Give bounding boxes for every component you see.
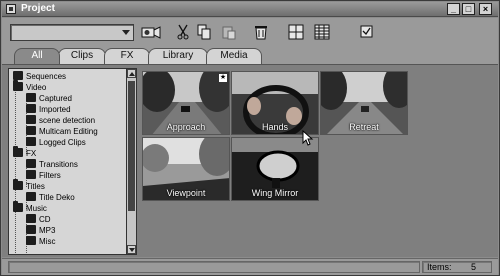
tree-item-label: MP3 [39,226,56,235]
folder-icon [13,146,23,158]
mouse-pointer-icon [302,130,314,146]
tree-item-label: Imported [39,105,71,114]
folder-tree: Sequences Video Captured Imported scene … [8,68,135,255]
paste-icon[interactable] [222,24,236,40]
star-icon: ★ [219,74,227,82]
tree-item-cd[interactable]: CD [26,214,51,225]
tree-item-sequences[interactable]: Sequences [13,71,66,82]
bin-icon [26,104,36,114]
tree-item-label: Misc [39,237,56,246]
tree-item-label: Sequences [26,72,67,81]
tab-bar: All Clips FX Library Media [2,45,498,64]
camera-icon[interactable] [141,24,161,40]
tree-item-label: Titles [26,182,45,191]
tree-item-label: Filters [39,171,61,180]
items-label: Items: [427,262,452,272]
bin-icon [26,159,36,169]
grid-view-icon[interactable] [288,24,304,40]
bin-icon [26,170,36,180]
folder-icon [13,80,23,92]
tree-item-video[interactable]: Video [13,80,47,93]
tree-scrollbar[interactable] [126,68,137,255]
tab-media[interactable]: Media [206,48,262,64]
clip-grid: ★ Approach Hands Retreat Viewpoint Wing … [140,68,496,255]
clip-thumbnail-hands[interactable]: Hands [231,71,319,135]
tree-item-label: Logged Clips [39,138,86,147]
tab-clips[interactable]: Clips [58,48,106,64]
tree-item-fx[interactable]: FX [13,146,37,159]
tree-item-label: CD [39,215,51,224]
items-count: 5 [471,262,477,272]
minimize-button[interactable]: _ [447,3,460,15]
bin-icon [26,93,36,103]
copy-icon[interactable] [197,24,211,40]
trash-icon[interactable] [254,24,268,40]
project-window: Project _ □ × All Clips FX Library Media… [0,0,500,276]
tree-item-logged-clips[interactable]: Logged Clips [26,137,86,148]
chevron-down-icon [122,30,130,35]
clip-thumbnail-approach[interactable]: ★ Approach [142,71,230,135]
tree-item-label: Multicam Editing [39,127,98,136]
tree-connector [15,77,16,253]
scroll-down-button[interactable] [127,245,136,254]
bin-selector-dropdown[interactable] [10,24,134,41]
close-button[interactable]: × [479,3,492,15]
maximize-button[interactable]: □ [462,3,475,15]
tree-item-scene-detection[interactable]: scene detection [26,115,95,126]
window-title: Project [21,3,55,14]
scissors-icon[interactable] [176,24,190,40]
folder-icon [13,201,23,213]
tree-item-filters[interactable]: Filters [26,170,61,181]
list-view-icon[interactable] [314,24,330,40]
tree-item-mp3[interactable]: MP3 [26,225,55,236]
tree-item-titles[interactable]: Titles [13,179,45,192]
tree-item-captured[interactable]: Captured [26,93,72,104]
tree-item-label: Music [26,204,47,213]
tree-item-label: Title Deko [39,193,75,202]
tree-item-music[interactable]: Music [13,201,47,214]
bin-icon [26,214,36,224]
tree-item-label: Captured [39,94,72,103]
bin-icon [26,236,36,246]
tab-library[interactable]: Library [148,48,208,64]
bin-icon [26,225,36,235]
title-bar[interactable]: Project _ □ × [2,2,498,17]
content-area: Sequences Video Captured Imported scene … [2,64,498,257]
clip-label: Viewpoint [166,188,206,198]
tree-item-transitions[interactable]: Transitions [26,159,78,170]
folder-icon [13,179,23,191]
tree-item-label: FX [26,149,37,158]
scroll-up-button[interactable] [127,69,136,78]
status-pane-message [8,261,420,273]
scrollbar-thumb[interactable] [128,81,135,211]
status-bar: Items: 5 [2,258,498,275]
tree-item-label: scene detection [39,116,96,125]
tab-all[interactable]: All [14,48,60,64]
clip-label: Retreat [349,122,379,132]
clip-label: Approach [166,122,206,132]
bin-icon [26,137,36,147]
tree-item-label: Transitions [39,160,78,169]
clip-thumbnail-wing-mirror[interactable]: Wing Mirror [231,137,319,201]
bin-icon [26,192,36,202]
tree-item-multicam-editing[interactable]: Multicam Editing [26,126,98,137]
folder-icon [13,71,23,81]
checkbox-icon[interactable] [360,24,374,40]
tree-item-title-deko[interactable]: Title Deko [26,192,75,203]
tree-item-imported[interactable]: Imported [26,104,71,115]
toolbar [2,18,498,45]
tree-item-misc[interactable]: Misc [26,236,55,247]
app-icon [6,4,16,14]
clip-thumbnail-viewpoint[interactable]: Viewpoint [142,137,230,201]
clip-thumbnail-retreat[interactable]: Retreat [320,71,408,135]
bin-icon [26,115,36,125]
tree-item-label: Video [26,83,47,92]
bin-icon [26,126,36,136]
clip-label: Wing Mirror [251,188,299,198]
tab-fx[interactable]: FX [104,48,150,64]
